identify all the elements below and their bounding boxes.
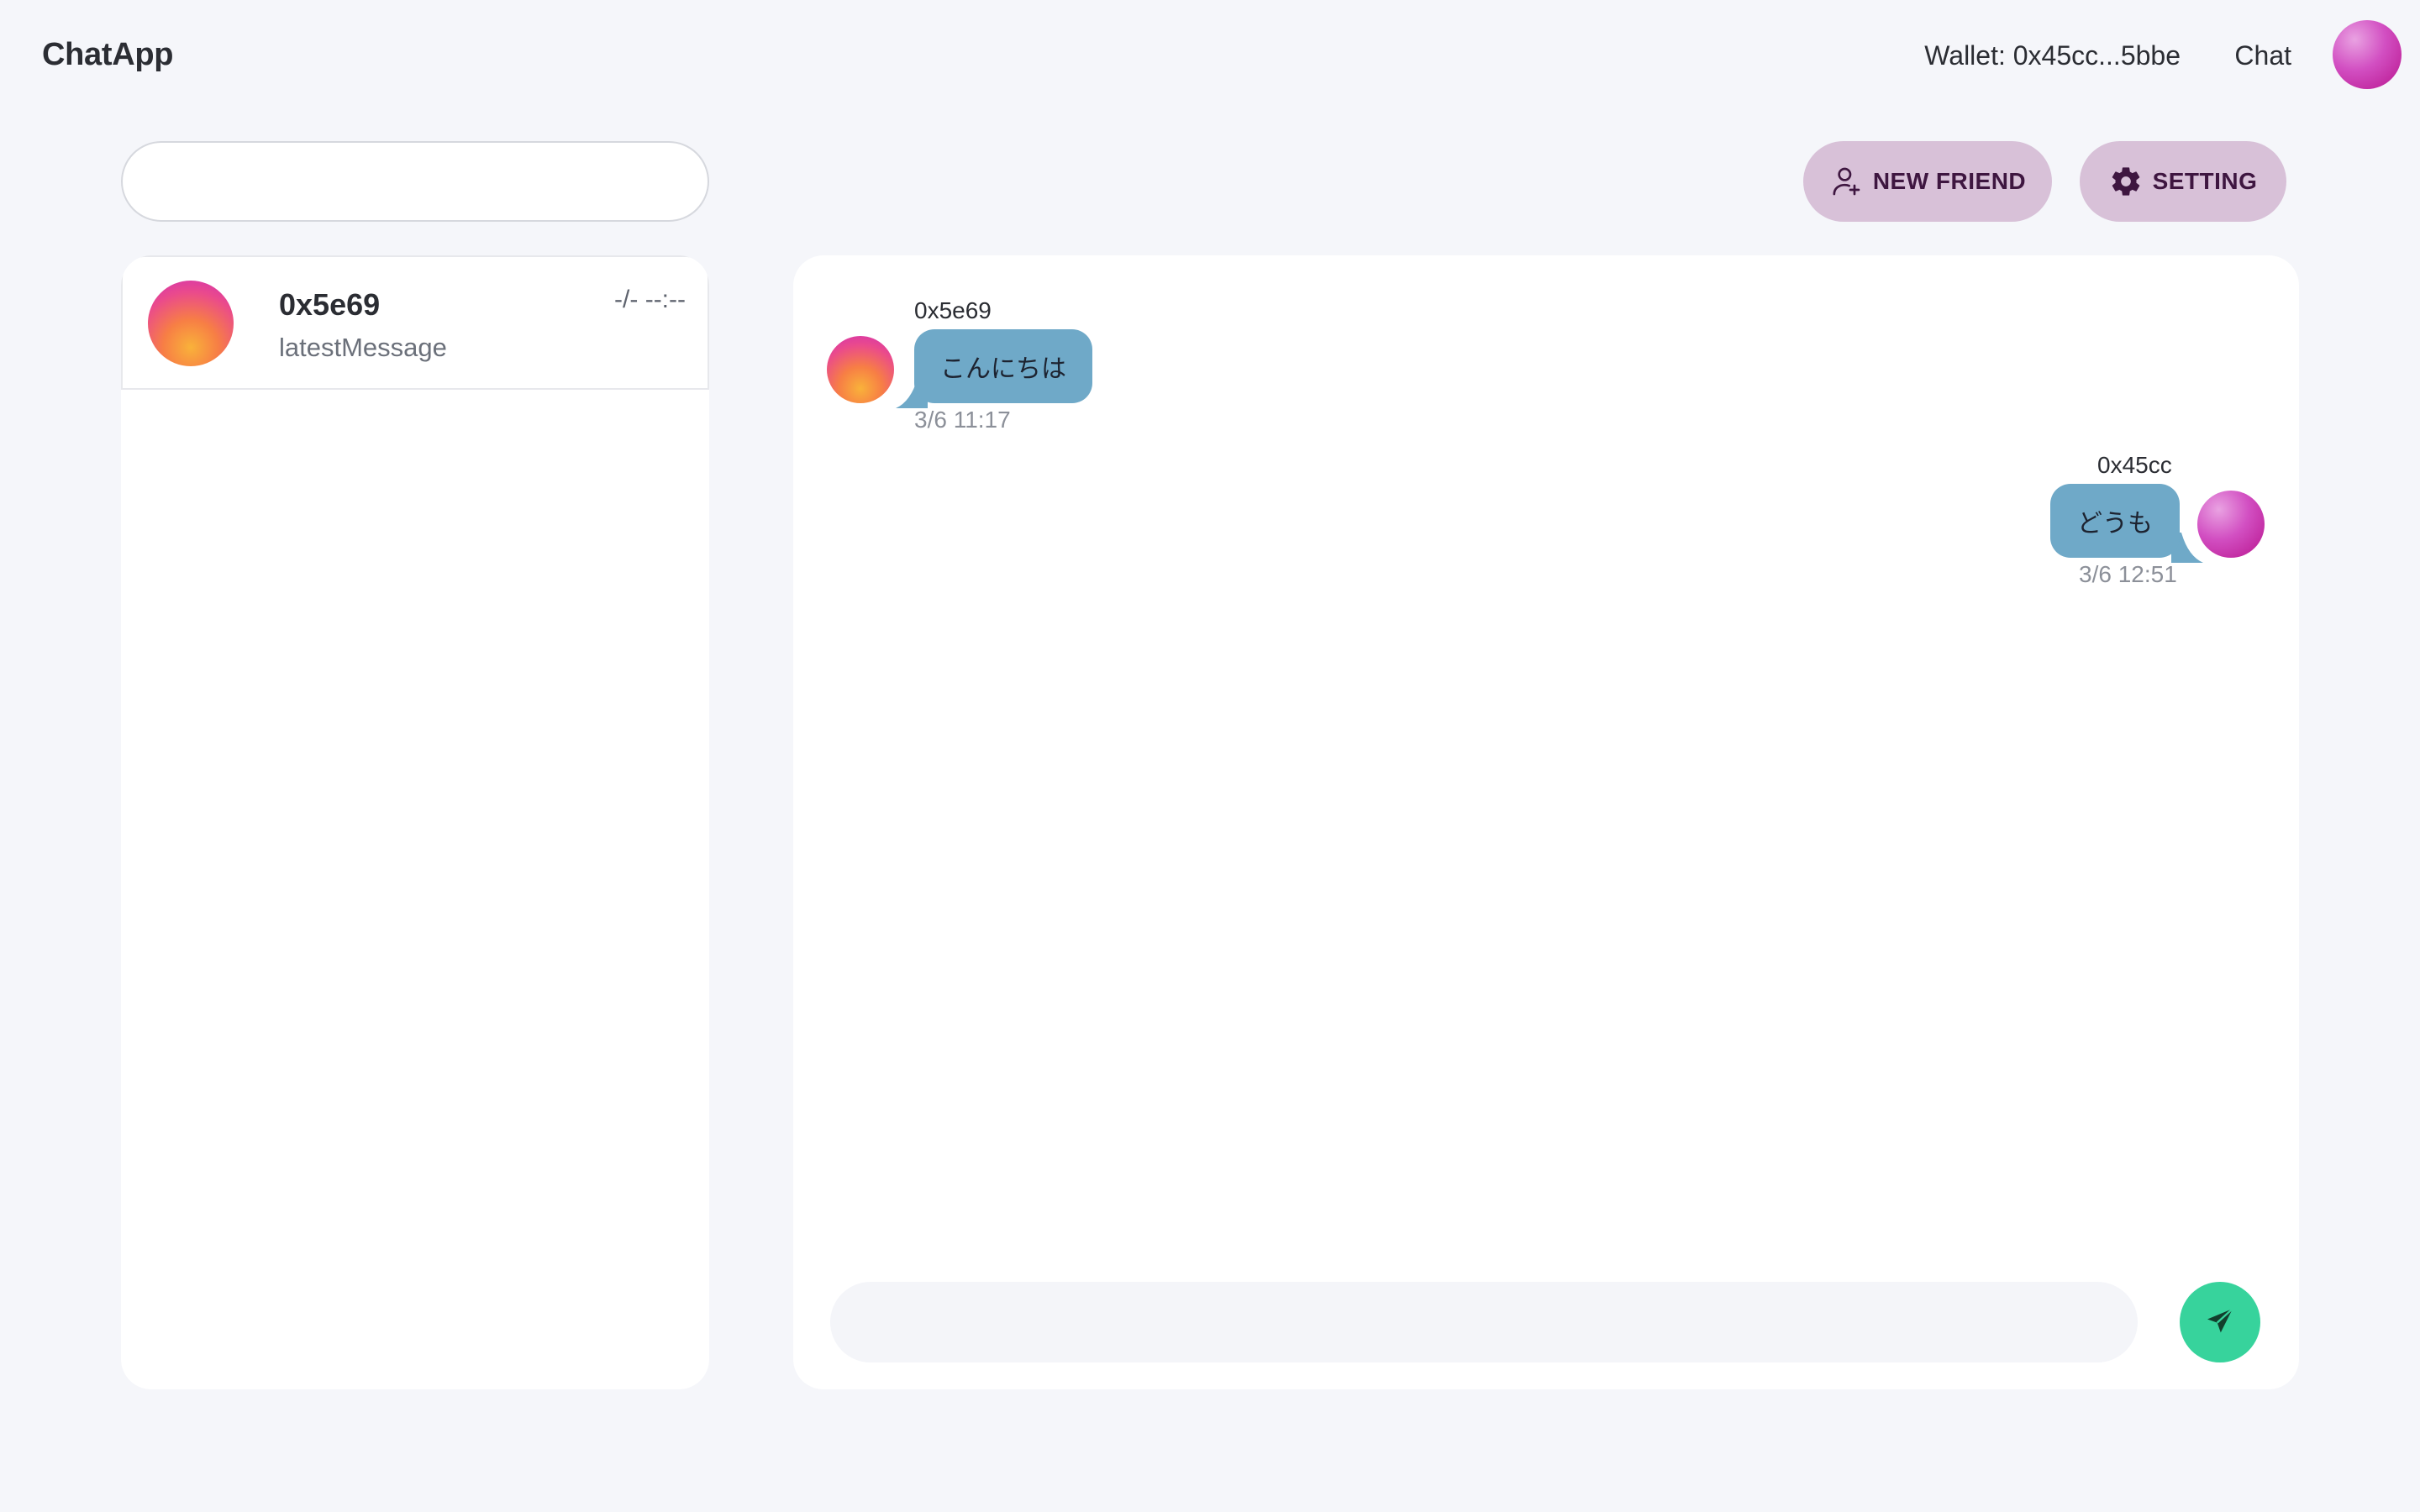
user-plus-icon [1829,165,1863,198]
message-bubble: こんにちは [914,329,1092,403]
gear-icon [2109,165,2143,198]
message-sender: 0x5e69 [914,297,992,323]
friend-list: 0x5e69 -/- --:-- latestMessage [121,255,709,1389]
message-time: 3/6 11:17 [914,407,1011,433]
send-button[interactable] [2180,1282,2260,1362]
friend-name: 0x5e69 [279,287,381,322]
message-avatar [827,336,894,403]
friend-list-item[interactable]: 0x5e69 -/- --:-- latestMessage [121,255,709,390]
setting-label: SETTING [2152,168,2258,194]
message-bubble: どうも [2050,484,2180,558]
send-icon [2203,1305,2237,1341]
message-avatar [2197,491,2265,558]
setting-button[interactable]: SETTING [2080,141,2286,222]
app-brand[interactable]: ChatApp [42,37,174,73]
friend-latest-time: -/- --:-- [614,286,686,313]
chat-panel: 0x5e69 こんにちは 3/6 11:17 0x45cc どうも 3/6 12… [793,255,2299,1389]
new-friend-button[interactable]: NEW FRIEND [1803,141,2052,222]
user-avatar[interactable] [2333,20,2402,89]
search-input[interactable] [121,141,709,222]
chat-app: ChatApp Wallet: 0x45cc...5bbe Chat NEW F… [0,0,2420,1512]
friend-latest-message: latestMessage [279,333,447,362]
wallet-address: Wallet: 0x45cc...5bbe [1924,40,2181,71]
friend-avatar [148,281,234,366]
message-sender: 0x45cc [2097,452,2172,478]
message-input[interactable] [830,1282,2138,1362]
message-time: 3/6 12:51 [2079,561,2177,587]
new-friend-label: NEW FRIEND [1872,168,2027,194]
nav-chat-link[interactable]: Chat [2234,40,2291,71]
